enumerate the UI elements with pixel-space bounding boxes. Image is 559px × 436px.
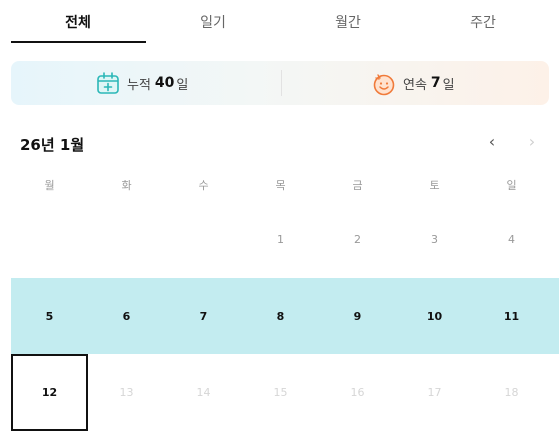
weekday-fri: 금 — [352, 179, 363, 192]
day-cell[interactable]: 6 — [88, 310, 165, 323]
day-cell: 18 — [504, 386, 519, 399]
active-tab-indicator — [11, 41, 146, 43]
calendar-plus-icon — [97, 72, 119, 94]
weekday-tue: 화 — [121, 179, 132, 192]
weekday-mon: 월 — [44, 179, 55, 192]
day-cell: 15 — [273, 386, 288, 399]
cumulative-label: 누적 — [127, 77, 151, 93]
tab-weekly[interactable]: 주간 — [423, 12, 543, 32]
streak-stat: 연속 7 일 — [371, 61, 455, 105]
tab-monthly[interactable]: 월간 — [288, 12, 408, 32]
next-month-button[interactable]: › — [523, 132, 541, 152]
smiling-face-icon — [373, 74, 395, 96]
weekday-sun: 일 — [506, 179, 517, 192]
day-cell[interactable]: 8 — [242, 310, 319, 323]
day-cell[interactable]: 4 — [473, 233, 550, 246]
weekday-thu: 목 — [275, 179, 286, 192]
prev-month-button[interactable]: ‹ — [483, 132, 501, 152]
month-title: 26년 1월 — [20, 136, 85, 154]
tab-bar: 전체 일기 월간 주간 — [0, 0, 559, 44]
cumulative-value: 40 — [154, 75, 175, 91]
day-cell[interactable]: 9 — [319, 310, 396, 323]
day-cell[interactable]: 11 — [473, 310, 550, 323]
day-cell: 16 — [350, 386, 365, 399]
day-cell[interactable]: 2 — [319, 233, 396, 246]
cumulative-stat: 누적 40 일 — [95, 61, 188, 105]
streak-value: 7 — [430, 75, 441, 91]
day-cell: 14 — [196, 386, 211, 399]
weekday-wed: 수 — [198, 179, 209, 192]
tab-all[interactable]: 전체 — [18, 12, 138, 32]
day-cell[interactable]: 7 — [165, 310, 242, 323]
stats-divider — [281, 70, 282, 96]
tab-diary[interactable]: 일기 — [153, 12, 273, 32]
day-cell: 17 — [427, 386, 442, 399]
day-cell[interactable]: 1 — [242, 233, 319, 246]
streak-label: 연속 — [403, 77, 427, 93]
day-cell: 13 — [119, 386, 134, 399]
today-date[interactable]: 12 — [11, 386, 88, 399]
cumulative-unit: 일 — [176, 77, 189, 93]
weekday-sat: 토 — [429, 179, 440, 192]
day-cell[interactable]: 10 — [396, 310, 473, 323]
day-cell[interactable]: 5 — [11, 310, 88, 323]
streak-unit: 일 — [442, 77, 455, 93]
stats-banner: 누적 40 일 연속 7 일 — [11, 61, 549, 105]
day-cell[interactable]: 3 — [396, 233, 473, 246]
